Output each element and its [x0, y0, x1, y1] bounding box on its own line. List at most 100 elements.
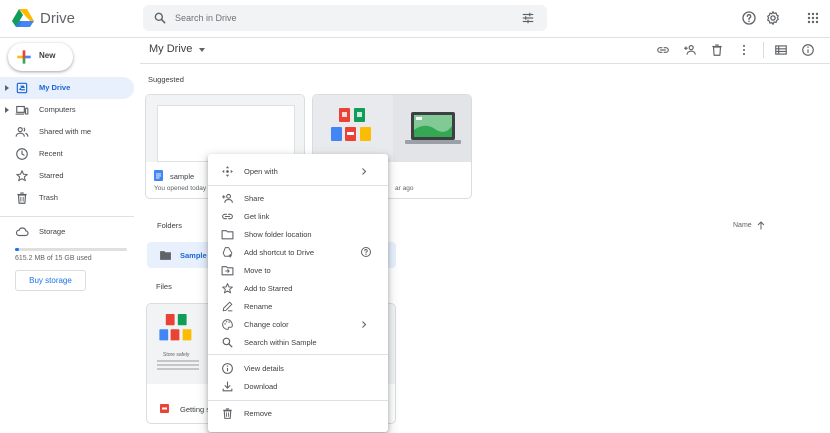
- menu-item-label: Remove: [244, 409, 272, 418]
- google-docs-icon: [154, 170, 163, 181]
- search-bar[interactable]: [143, 5, 547, 31]
- menu-item-download[interactable]: Download: [208, 378, 388, 395]
- star-icon: [222, 283, 233, 294]
- add-shortcut-drive-icon: [222, 247, 233, 258]
- menu-item-label: Open with: [244, 167, 278, 176]
- apps-grid-icon[interactable]: [805, 10, 821, 26]
- menu-item-label: Rename: [244, 302, 273, 311]
- search-icon: [222, 337, 233, 348]
- cloud-icon: [15, 227, 29, 237]
- menu-item-change-color[interactable]: Change color: [208, 316, 388, 333]
- context-menu: Open with Share Get link Show folder loc…: [208, 154, 388, 432]
- sidebar-item-starred[interactable]: Starred: [0, 165, 134, 187]
- more-options-icon[interactable]: [737, 43, 751, 57]
- menu-item-rename[interactable]: Rename: [208, 298, 388, 315]
- menu-item-add-shortcut[interactable]: Add shortcut to Drive: [208, 244, 388, 261]
- sidebar-divider: [0, 216, 134, 217]
- sidebar-item-trash[interactable]: Trash: [0, 187, 134, 209]
- folder-icon: [160, 251, 171, 260]
- app-name: Drive: [40, 9, 76, 27]
- drive-logo[interactable]: Drive: [12, 8, 75, 28]
- info-details-icon[interactable]: [801, 43, 815, 57]
- header-divider: [140, 63, 830, 64]
- menu-item-remove[interactable]: Remove: [208, 405, 388, 422]
- menu-item-share[interactable]: Share: [208, 190, 388, 207]
- chevron-down-icon: [199, 47, 206, 52]
- delete-trash-icon[interactable]: [710, 43, 724, 57]
- sidebar-item-label: Computers: [39, 105, 76, 114]
- doc-thumbnail: [146, 95, 304, 162]
- menu-item-label: Download: [244, 382, 278, 391]
- sidebar-item-shared-with-me[interactable]: Shared with me: [0, 121, 134, 143]
- menu-item-move-to[interactable]: Move to: [208, 262, 388, 279]
- menu-item-get-link[interactable]: Get link: [208, 208, 388, 225]
- chevron-right-icon: [362, 168, 367, 175]
- top-bar: Drive: [0, 0, 830, 38]
- buy-storage-button[interactable]: Buy storage: [15, 270, 86, 291]
- thumbnail-text-line: [157, 360, 199, 362]
- expand-caret-icon[interactable]: [5, 107, 9, 113]
- expand-caret-icon[interactable]: [5, 85, 9, 91]
- new-button-label: New: [39, 51, 56, 60]
- chevron-right-icon: [362, 321, 367, 328]
- folder-outline-icon: [221, 230, 234, 240]
- sidebar-item-label: Trash: [39, 193, 58, 202]
- sidebar-item-label: Recent: [39, 149, 63, 158]
- sort-label: Name: [733, 222, 752, 229]
- move-to-folder-icon: [221, 266, 234, 276]
- suggested-file-name: sample: [170, 172, 195, 181]
- menu-item-view-details[interactable]: View details: [208, 360, 388, 377]
- share-add-person-icon[interactable]: [683, 43, 697, 57]
- star-icon: [16, 170, 28, 182]
- storage-usage-text: 615.2 MB of 15 GB used: [15, 255, 92, 262]
- sort-by-name-button[interactable]: Name: [733, 221, 765, 230]
- my-drive-title-dropdown[interactable]: My Drive: [149, 43, 206, 55]
- settings-gear-icon[interactable]: [765, 10, 781, 26]
- menu-item-label: Change color: [244, 320, 289, 329]
- pdf-icon: [160, 404, 169, 413]
- plus-icon: [17, 50, 31, 64]
- menu-item-label: View details: [244, 364, 284, 373]
- help-circle-icon[interactable]: [360, 246, 372, 258]
- info-icon: [222, 363, 233, 374]
- files-heading: Files: [156, 282, 172, 291]
- palette-icon: [222, 319, 233, 330]
- google-files-illustration: [159, 314, 192, 341]
- file-name: Getting s: [180, 405, 211, 414]
- shared-people-icon: [15, 127, 29, 137]
- menu-item-label: Get link: [244, 212, 270, 221]
- menu-item-show-folder-location[interactable]: Show folder location: [208, 226, 388, 243]
- sidebar-item-recent[interactable]: Recent: [0, 143, 134, 165]
- trash-icon: [223, 408, 232, 419]
- pencil-icon: [222, 301, 233, 312]
- sidebar-item-my-drive[interactable]: My Drive: [0, 77, 134, 99]
- list-view-icon[interactable]: [774, 43, 788, 57]
- menu-item-label: Add to Starred: [244, 284, 293, 293]
- search-input[interactable]: [175, 5, 515, 31]
- laptop-thumbnail: [393, 95, 471, 162]
- new-button[interactable]: New: [8, 43, 73, 71]
- folders-heading: Folders: [157, 221, 183, 230]
- menu-divider: [208, 400, 388, 401]
- storage-usage-bar: [15, 248, 127, 251]
- help-icon[interactable]: [741, 10, 757, 26]
- menu-item-open-with[interactable]: Open with: [208, 163, 388, 180]
- thumbnail-text-line: [157, 368, 199, 370]
- link-icon: [222, 213, 233, 220]
- suggested-file-subtitle: You opened today: [154, 185, 207, 192]
- menu-item-label: Show folder location: [244, 230, 312, 239]
- menu-item-label: Share: [244, 194, 265, 203]
- search-options-icon[interactable]: [521, 11, 535, 25]
- suggested-heading: Suggested: [148, 75, 184, 84]
- menu-item-search-within[interactable]: Search within Sample: [208, 334, 388, 351]
- sidebar-item-label: Shared with me: [39, 127, 92, 136]
- sidebar-item-storage[interactable]: Storage: [0, 221, 134, 243]
- menu-divider: [208, 185, 388, 186]
- get-link-icon[interactable]: [656, 43, 670, 57]
- share-person-add-icon: [222, 193, 233, 203]
- sidebar-item-computers[interactable]: Computers: [0, 99, 134, 121]
- menu-item-add-to-starred[interactable]: Add to Starred: [208, 280, 388, 297]
- menu-divider: [208, 354, 388, 355]
- search-icon[interactable]: [153, 11, 167, 25]
- menu-item-label: Search within Sample: [244, 338, 317, 347]
